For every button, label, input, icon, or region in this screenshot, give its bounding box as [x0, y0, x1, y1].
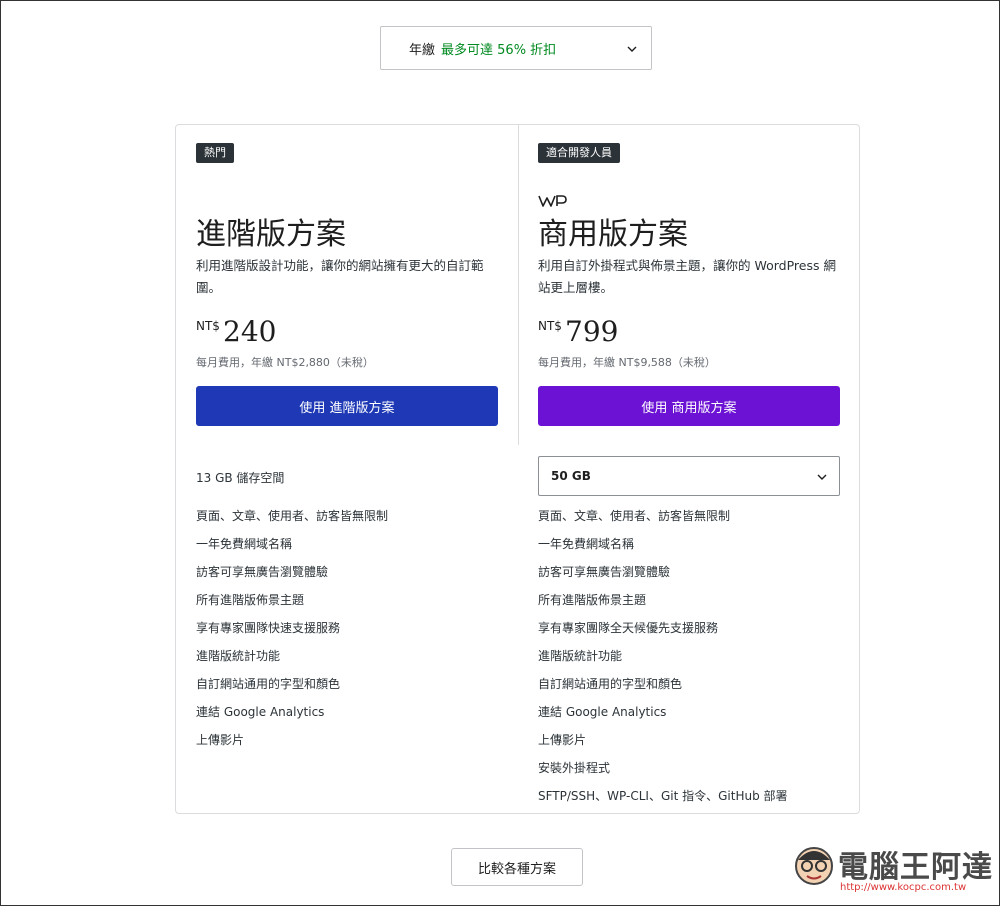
- price-currency: NT$: [538, 319, 562, 333]
- storage-select[interactable]: 50 GB: [538, 456, 840, 496]
- feature-item: 訪客可享無廣告瀏覽體驗: [196, 565, 329, 579]
- feature-item: 享有專家團隊快速支援服務: [196, 621, 341, 635]
- feature-item: 頁面、文章、使用者、訪客皆無限制: [196, 509, 389, 523]
- price-currency: NT$: [196, 319, 220, 333]
- price-note: 每月費用，年繳 NT$9,588（未稅）: [538, 356, 716, 369]
- price-note: 每月費用，年繳 NT$2,880（未稅）: [196, 356, 374, 369]
- popular-badge: 熱門: [196, 143, 234, 163]
- feature-item: 自訂網站通用的字型和顏色: [196, 677, 341, 691]
- price-amount: 240: [223, 315, 277, 348]
- feature-item: 一年免費網域名稱: [196, 537, 293, 551]
- feature-item: 進階版統計功能: [196, 649, 281, 663]
- plan-name: 商用版方案: [538, 217, 688, 252]
- feature-item: 所有進階版佈景主題: [196, 593, 305, 607]
- plan-name: 進階版方案: [196, 217, 346, 252]
- feature-item: 安裝外掛程式: [538, 761, 611, 775]
- price-amount: 799: [565, 315, 619, 348]
- feature-item: 頁面、文章、使用者、訪客皆無限制: [538, 509, 731, 523]
- select-business-button[interactable]: 使用 商用版方案: [538, 386, 840, 426]
- compare-plans-button[interactable]: 比較各種方案: [451, 848, 583, 886]
- watermark-text: 電腦王阿達: [838, 850, 993, 885]
- feature-item: 上傳影片: [196, 733, 245, 747]
- developer-badge: 適合開發人員: [538, 143, 620, 163]
- plans-card: 熱門 進階版方案 利用進階版設計功能，讓你的網站擁有更大的自訂範圍。 NT$ 2…: [175, 124, 860, 814]
- feature-item: SFTP/SSH、WP-CLI、Git 指令、GitHub 部署: [538, 789, 788, 803]
- plan-description: 利用自訂外掛程式與佈景主題，讓你的 WordPress 網站更上層樓。: [538, 258, 836, 295]
- plan-description: 利用進階版設計功能，讓你的網站擁有更大的自訂範圍。: [196, 258, 484, 295]
- chevron-down-icon: [817, 470, 827, 483]
- storage-select-value: 50 GB: [551, 469, 591, 483]
- feature-list: 頁面、文章、使用者、訪客皆無限制 一年免費網域名稱 訪客可享無廣告瀏覽體驗 所有…: [538, 506, 788, 814]
- billing-discount-text: 最多可達 56% 折扣: [441, 42, 557, 58]
- watermark: 電腦王阿達 http://www.kocpc.com.tw: [792, 840, 992, 898]
- feature-item: 連結 Google Analytics: [196, 705, 325, 719]
- billing-period-select[interactable]: 年繳 最多可達 56% 折扣: [380, 26, 652, 70]
- storage-amount: 13 GB 儲存空間: [196, 471, 285, 485]
- billing-period-label: 年繳: [409, 42, 436, 58]
- feature-item: 進階版統計功能: [538, 649, 623, 663]
- feature-item: 享有專家團隊全天候優先支援服務: [538, 621, 719, 635]
- feature-item: 所有進階版佈景主題: [538, 593, 647, 607]
- feature-item: 一年免費網域名稱: [538, 537, 635, 551]
- feature-item: 自訂網站通用的字型和顏色: [538, 677, 683, 691]
- chevron-down-icon: [627, 41, 637, 55]
- feature-item: 連結 Google Analytics: [538, 705, 667, 719]
- feature-item: 訪客可享無廣告瀏覽體驗: [538, 565, 671, 579]
- feature-list: 頁面、文章、使用者、訪客皆無限制 一年免費網域名稱 訪客可享無廣告瀏覽體驗 所有…: [196, 506, 388, 758]
- mascot-icon: [795, 847, 833, 885]
- watermark-url: http://www.kocpc.com.tw: [840, 882, 967, 893]
- select-premium-button[interactable]: 使用 進階版方案: [196, 386, 498, 426]
- feature-item: 上傳影片: [538, 733, 587, 747]
- plan-divider: [518, 125, 519, 445]
